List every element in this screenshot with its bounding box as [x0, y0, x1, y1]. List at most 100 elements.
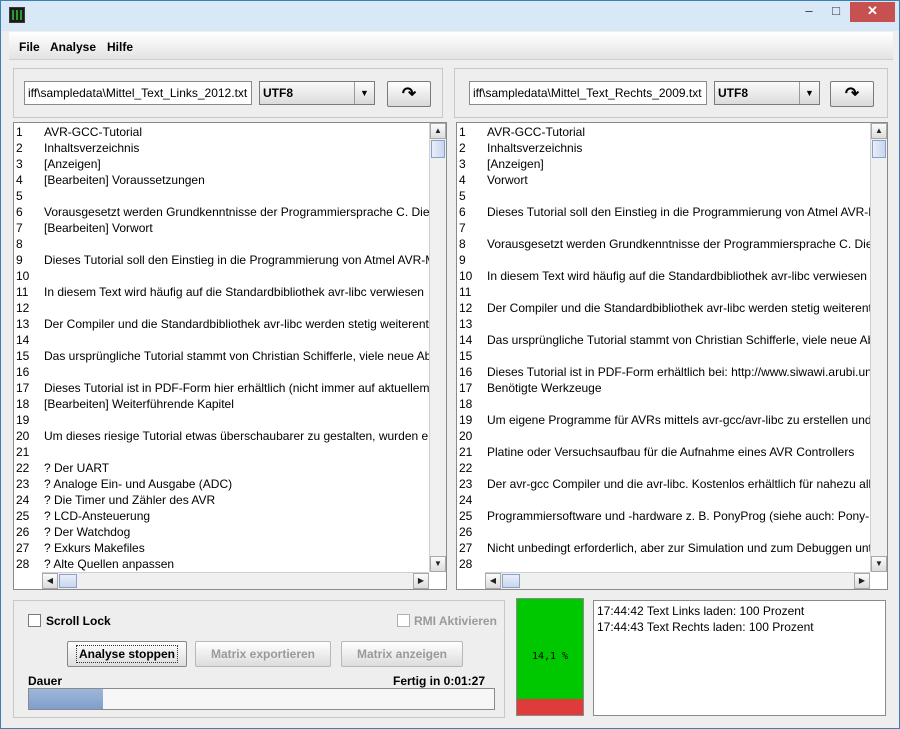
scroll-right-icon[interactable]: ▶: [854, 573, 870, 589]
scroll-lock-checkbox[interactable]: [28, 614, 41, 627]
right-text-area[interactable]: 1 AVR-GCC-Tutorial 2 Inhaltsverzeichnis 3 [An…: [457, 123, 870, 572]
scroll-up-icon[interactable]: ▲: [430, 123, 446, 139]
client-area: File Analyse Hilfe iff\sampledata\Mittel…: [9, 32, 893, 722]
left-vertical-scrollbar[interactable]: ▲ ▼: [429, 123, 446, 572]
line-number: 9: [459, 253, 466, 267]
line-number: 17: [16, 381, 30, 395]
line-text: ? Der UART: [44, 461, 110, 475]
left-vscroll-thumb[interactable]: [431, 140, 445, 158]
line-text: Der Compiler und die Standardbibliothek …: [44, 317, 429, 331]
analyse-stop-button[interactable]: Analyse stoppen: [67, 641, 187, 667]
line-text: AVR-GCC-Tutorial: [44, 125, 143, 139]
right-vertical-scrollbar[interactable]: ▲ ▼: [870, 123, 887, 572]
line-text: ? Der Watchdog: [44, 525, 131, 539]
right-path-field[interactable]: iff\sampledata\Mittel_Text_Rechts_2009.t…: [469, 81, 707, 105]
line-number: 25: [16, 509, 30, 523]
line-text: Um dieses riesige Tutorial etwas übersch…: [44, 429, 429, 443]
right-encoding-value: UTF8: [718, 86, 748, 100]
maximize-button[interactable]: □: [823, 2, 849, 22]
line-text: Vorwort: [487, 173, 528, 187]
line-number: 6: [459, 205, 466, 219]
left-path-field[interactable]: iff\sampledata\Mittel_Text_Links_2012.tx…: [24, 81, 252, 105]
menu-analyse[interactable]: Analyse: [50, 40, 96, 54]
line-number: 27: [16, 541, 30, 555]
scroll-left-icon[interactable]: ◀: [485, 573, 501, 589]
line-text: [Bearbeiten] Voraussetzungen: [44, 173, 205, 187]
close-button[interactable]: ✕: [850, 2, 895, 22]
log-panel[interactable]: 17:44:42 Text Links laden: 100 Prozent 17…: [593, 600, 886, 716]
line-number: 19: [16, 413, 30, 427]
line-number: 4: [16, 173, 23, 187]
left-text-area[interactable]: 1 AVR-GCC-Tutorial 2 Inhaltsverzeichnis 3 [An…: [14, 123, 429, 572]
show-matrix-button[interactable]: Matrix anzeigen: [341, 641, 463, 667]
chevron-down-icon[interactable]: ▼: [799, 82, 819, 104]
line-number: 3: [16, 157, 23, 171]
right-reload-button[interactable]: ↷: [830, 81, 874, 107]
scroll-right-icon[interactable]: ▶: [413, 573, 429, 589]
line-text: Der Compiler und die Standardbibliothek …: [487, 301, 870, 315]
scroll-down-icon[interactable]: ▼: [871, 556, 887, 572]
menu-hilfe[interactable]: Hilfe: [107, 40, 133, 54]
line-number: 8: [16, 237, 23, 251]
line-number: 2: [16, 141, 23, 155]
memory-used-bar: [517, 699, 583, 715]
line-text: Das ursprüngliche Tutorial stammt von Ch…: [44, 349, 429, 363]
line-number: 11: [16, 285, 29, 299]
line-text: ? Die Timer und Zähler des AVR: [44, 493, 216, 507]
line-number: 25: [459, 509, 473, 523]
line-number: 1: [459, 125, 466, 139]
progress-fill: [29, 689, 104, 709]
scroll-left-icon[interactable]: ◀: [42, 573, 58, 589]
line-number: 22: [459, 461, 473, 475]
right-hscroll-thumb[interactable]: [502, 574, 520, 588]
line-text: Nicht unbedingt erforderlich, aber zur S…: [487, 541, 870, 555]
line-number: 17: [459, 381, 473, 395]
right-horizontal-scrollbar[interactable]: ◀ ▶: [485, 572, 870, 589]
line-text: Programmiersoftware und -hardware z. B. …: [487, 509, 870, 523]
line-text: Dieses Tutorial soll den Einstieg in die…: [44, 253, 429, 267]
finish-time-label: Fertig in 0:01:27: [393, 674, 486, 688]
line-text: Um eigene Programme für AVRs mittels avr…: [487, 413, 870, 427]
line-number: 28: [459, 557, 473, 571]
left-horizontal-scrollbar[interactable]: ◀ ▶: [42, 572, 429, 589]
left-hscroll-thumb[interactable]: [59, 574, 77, 588]
line-number: 7: [459, 221, 466, 235]
line-text: ? LCD-Ansteuerung: [44, 509, 151, 523]
line-number: 7: [16, 221, 23, 235]
line-number: 1: [16, 125, 23, 139]
menu-file[interactable]: File: [19, 40, 40, 54]
left-encoding-select[interactable]: UTF8 ▼: [259, 81, 375, 105]
line-number: 23: [459, 477, 473, 491]
left-reload-button[interactable]: ↷: [387, 81, 431, 107]
line-number: 19: [459, 413, 473, 427]
line-text: Vorausgesetzt werden Grundkenntnisse der…: [44, 205, 429, 219]
line-number: 14: [16, 333, 30, 347]
memory-indicator: 14,1 %: [516, 598, 584, 716]
line-number: 13: [16, 317, 30, 331]
rmi-checkbox[interactable]: [397, 614, 410, 627]
line-number: 4: [459, 173, 466, 187]
line-number: 5: [16, 189, 23, 203]
right-encoding-select[interactable]: UTF8 ▼: [714, 81, 820, 105]
line-number: 18: [16, 397, 30, 411]
line-text: Der avr-gcc Compiler und die avr-libc. K…: [487, 477, 870, 491]
line-text: AVR-GCC-Tutorial: [487, 125, 586, 139]
analyse-stop-label: Analyse stoppen: [75, 645, 179, 663]
left-file-panel: iff\sampledata\Mittel_Text_Links_2012.tx…: [13, 68, 443, 118]
export-matrix-button[interactable]: Matrix exportieren: [195, 641, 331, 667]
scroll-up-icon[interactable]: ▲: [871, 123, 887, 139]
scroll-down-icon[interactable]: ▼: [430, 556, 446, 572]
line-text: Dieses Tutorial ist in PDF-Form hier erh…: [44, 381, 429, 395]
line-number: 22: [16, 461, 30, 475]
line-number: 3: [459, 157, 466, 171]
right-text-panel: 1 AVR-GCC-Tutorial 2 Inhaltsverzeichnis 3 [An…: [456, 122, 888, 590]
app-icon: [9, 7, 25, 23]
line-text: [Bearbeiten] Vorwort: [44, 221, 153, 235]
line-text: Inhaltsverzeichnis: [487, 141, 583, 155]
minimize-button[interactable]: –: [796, 2, 822, 22]
left-text-panel: 1 AVR-GCC-Tutorial 2 Inhaltsverzeichnis 3 [An…: [13, 122, 447, 590]
right-vscroll-thumb[interactable]: [872, 140, 886, 158]
line-number: 12: [16, 301, 30, 315]
line-text: Das ursprüngliche Tutorial stammt von Ch…: [487, 333, 870, 347]
chevron-down-icon[interactable]: ▼: [354, 82, 374, 104]
